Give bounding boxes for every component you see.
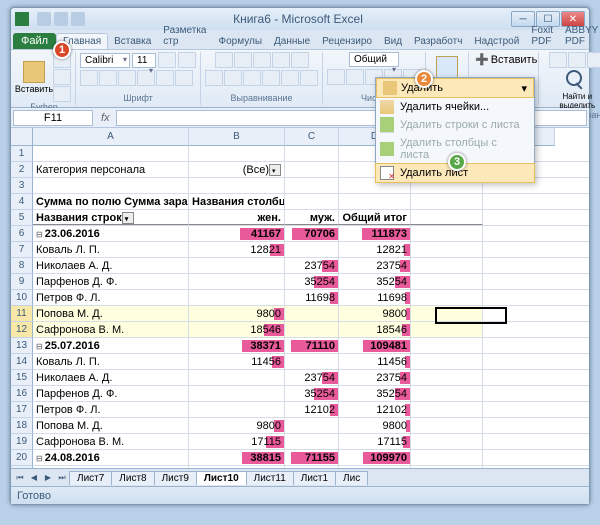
wrap-text-icon[interactable]: [291, 52, 309, 68]
find-select-button[interactable]: Найти и выделить: [552, 70, 600, 110]
qat-save-icon[interactable]: [37, 12, 51, 26]
font-size-select[interactable]: 11: [132, 53, 156, 68]
paste-icon: [23, 61, 45, 83]
currency-icon[interactable]: [327, 69, 345, 85]
sheet-tab[interactable]: Лис: [335, 471, 368, 485]
qat-redo-icon[interactable]: [71, 12, 85, 26]
tab-data[interactable]: Данные: [268, 34, 316, 49]
fill-color-icon[interactable]: [156, 70, 174, 86]
tab-addins[interactable]: Надстрой: [468, 34, 525, 49]
tab-file[interactable]: Файл: [13, 33, 56, 49]
orientation-icon[interactable]: [272, 52, 290, 68]
tab-view[interactable]: Вид: [378, 34, 408, 49]
sheet-tab[interactable]: Лист9: [154, 471, 197, 485]
copy-icon[interactable]: [53, 69, 71, 85]
styles-icon: [436, 56, 458, 78]
sheet-nav-prev[interactable]: ◀: [27, 471, 41, 485]
delete-sheet-icon: [380, 166, 394, 180]
delete-rows-icon: [380, 117, 394, 133]
align-left-icon[interactable]: [205, 70, 223, 86]
col-header-a[interactable]: A: [33, 128, 189, 146]
tab-insert[interactable]: Вставка: [108, 34, 157, 49]
sort-icon[interactable]: [587, 52, 600, 68]
window-title: Книга6 - Microsoft Excel: [85, 12, 511, 26]
align-right-icon[interactable]: [243, 70, 261, 86]
qat-undo-icon[interactable]: [54, 12, 68, 26]
excel-icon: [15, 12, 29, 26]
quick-access-toolbar: [37, 12, 85, 26]
underline-icon[interactable]: [118, 70, 136, 86]
status-bar: Готово: [11, 486, 589, 504]
col-header-b[interactable]: B: [189, 128, 285, 146]
find-icon: [566, 70, 588, 92]
filter-dropdown-icon[interactable]: [122, 212, 134, 224]
tab-abbyy[interactable]: ABBYY PDF: [559, 23, 600, 49]
indent-decrease-icon[interactable]: [262, 70, 280, 86]
paste-button[interactable]: Вставить: [17, 57, 51, 97]
callout-marker-2: 2: [415, 70, 433, 88]
tab-layout[interactable]: Разметка стр: [157, 23, 212, 49]
row-headers: 123456789101112131415161718192021222324: [11, 146, 33, 468]
group-font: Шрифт: [80, 93, 196, 105]
delete-cols-icon: [380, 142, 394, 156]
increase-font-icon[interactable]: [158, 52, 176, 68]
delete-icon: [383, 81, 397, 95]
italic-icon[interactable]: [99, 70, 117, 86]
sheet-tabs: ⏮ ◀ ▶ ⏭ Лист7 Лист8 Лист9 Лист10 Лист11 …: [11, 468, 589, 486]
fill-icon[interactable]: [568, 52, 586, 68]
tab-foxit[interactable]: Foxit PDF: [525, 23, 559, 49]
fx-icon[interactable]: fx: [95, 112, 116, 124]
delete-button[interactable]: Удалить ▾: [376, 78, 534, 98]
merge-icon[interactable]: [300, 70, 318, 86]
delete-cells-item[interactable]: Удалить ячейки...: [376, 98, 534, 116]
font-name-select[interactable]: Calibri: [80, 53, 130, 68]
callout-marker-1: 1: [53, 41, 71, 59]
format-painter-icon[interactable]: [53, 86, 71, 102]
align-bottom-icon[interactable]: [253, 52, 271, 68]
sheet-nav-last[interactable]: ⏭: [55, 471, 69, 485]
grid[interactable]: Категория персонала(Все)Сумма по полю Су…: [33, 146, 589, 468]
tab-dev[interactable]: Разработч: [408, 34, 468, 49]
indent-increase-icon[interactable]: [281, 70, 299, 86]
align-center-icon[interactable]: [224, 70, 242, 86]
percent-icon[interactable]: [346, 69, 364, 85]
decrease-font-icon[interactable]: [178, 52, 196, 68]
number-format-select[interactable]: Общий: [349, 52, 399, 67]
titlebar: Книга6 - Microsoft Excel ─ ☐ ✕: [11, 8, 589, 30]
sheet-nav-first[interactable]: ⏮: [13, 471, 27, 485]
align-top-icon[interactable]: [215, 52, 233, 68]
tab-review[interactable]: Рецензиро: [316, 34, 378, 49]
name-box[interactable]: F11: [13, 110, 93, 126]
autosum-icon[interactable]: [549, 52, 567, 68]
bold-icon[interactable]: [80, 70, 98, 86]
sheet-tab-active[interactable]: Лист10: [196, 471, 247, 485]
sheet-tab[interactable]: Лист7: [69, 471, 112, 485]
sheet-tab[interactable]: Лист1: [293, 471, 336, 485]
callout-marker-3: 3: [448, 153, 466, 171]
select-all-corner[interactable]: [11, 128, 33, 146]
filter-dropdown-icon[interactable]: [269, 164, 281, 176]
delete-cells-icon: [380, 100, 394, 114]
group-alignment: Выравнивание: [205, 93, 318, 105]
delete-rows-item[interactable]: Удалить строки с листа: [376, 116, 534, 134]
sheet-tab[interactable]: Лист8: [111, 471, 154, 485]
tab-formulas[interactable]: Формулы: [213, 34, 269, 49]
font-color-icon[interactable]: [175, 70, 193, 86]
status-text: Готово: [17, 490, 51, 502]
sheet-tab[interactable]: Лист11: [246, 471, 294, 485]
sheet-nav-next[interactable]: ▶: [41, 471, 55, 485]
col-header-c[interactable]: C: [285, 128, 339, 146]
cells-insert-button[interactable]: ➕Вставить: [473, 52, 534, 67]
ribbon-tabs: Файл Главная Вставка Разметка стр Формул…: [11, 30, 589, 50]
align-middle-icon[interactable]: [234, 52, 252, 68]
